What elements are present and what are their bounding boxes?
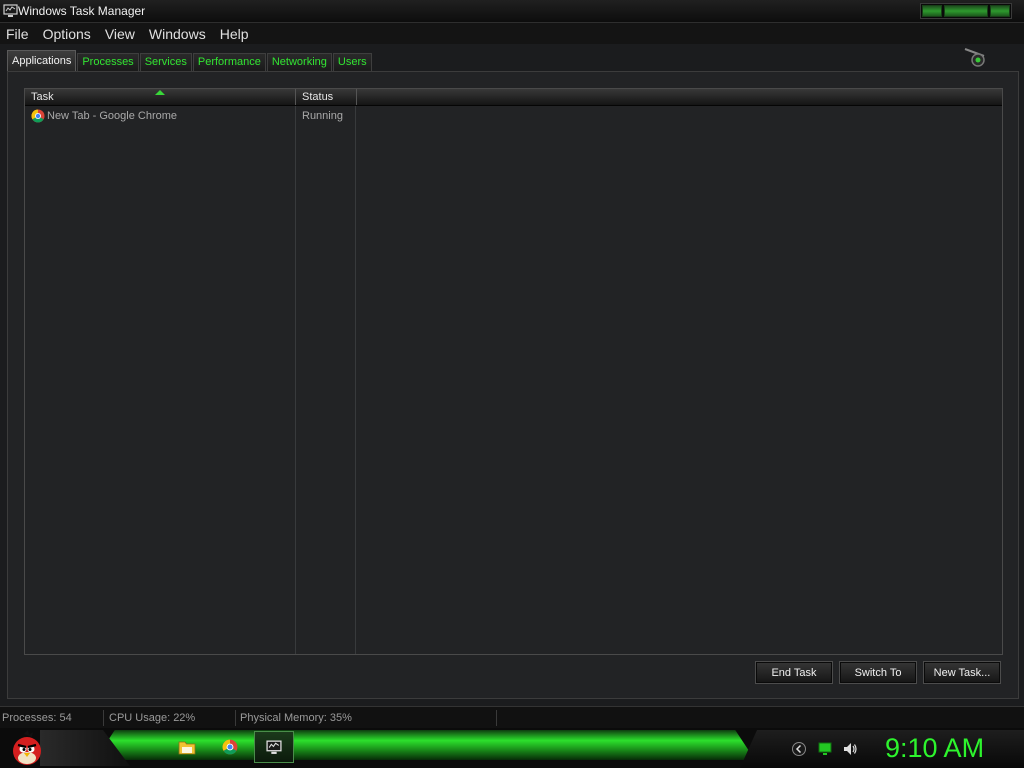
task-manager-icon [266, 740, 282, 754]
menu-bar: File Options View Windows Help [0, 23, 1024, 44]
minimize-button[interactable] [922, 5, 942, 17]
task-status: Running [302, 110, 343, 122]
status-processes: Processes: 54 [0, 710, 104, 726]
close-button[interactable] [990, 5, 1010, 17]
tab-users[interactable]: Users [332, 53, 372, 71]
list-header: Task Status [25, 89, 1002, 106]
tab-networking[interactable]: Networking [266, 53, 332, 71]
window-controls [920, 3, 1012, 19]
list-item[interactable]: New Tab - Google Chrome Running [25, 107, 355, 125]
window-title: Windows Task Manager [18, 4, 146, 18]
taskbar-explorer-button[interactable] [167, 731, 207, 763]
start-button-angry-bird-icon[interactable] [8, 729, 46, 767]
column-divider [355, 106, 356, 654]
status-bar: Processes: 54 CPU Usage: 22% Physical Me… [0, 706, 1024, 728]
menu-file[interactable]: File [0, 23, 37, 44]
task-manager-icon [3, 4, 18, 17]
chrome-icon [31, 109, 45, 123]
show-hidden-icons-icon[interactable] [791, 741, 807, 757]
menu-view[interactable]: View [99, 23, 143, 44]
taskbar-chrome-button[interactable] [210, 731, 250, 763]
sort-ascending-icon [155, 90, 165, 95]
menu-options[interactable]: Options [37, 23, 99, 44]
title-bar: Windows Task Manager [0, 0, 1024, 23]
tab-performance[interactable]: Performance [192, 53, 266, 71]
tab-strip: Applications Processes Services Performa… [7, 50, 372, 71]
switch-to-button[interactable]: Switch To [839, 661, 917, 684]
menu-help[interactable]: Help [214, 23, 257, 44]
column-header-status[interactable]: Status [296, 89, 357, 105]
column-header-empty [357, 89, 1002, 105]
status-physical-memory: Physical Memory: 35% [238, 710, 497, 726]
status-empty [499, 710, 1024, 726]
chrome-icon [222, 739, 238, 755]
theme-logo-icon [964, 48, 985, 67]
task-name: New Tab - Google Chrome [47, 110, 178, 122]
network-icon[interactable] [817, 741, 833, 757]
column-divider [295, 106, 296, 654]
applications-list[interactable]: Task Status New Tab - Google Chrome Runn… [24, 88, 1003, 655]
tab-processes[interactable]: Processes [77, 53, 139, 71]
end-task-button[interactable]: End Task [755, 661, 833, 684]
tab-services[interactable]: Services [139, 53, 192, 71]
tab-applications[interactable]: Applications [7, 50, 77, 71]
menu-windows[interactable]: Windows [143, 23, 214, 44]
maximize-button[interactable] [944, 5, 988, 17]
new-task-button[interactable]: New Task... [923, 661, 1001, 684]
folder-icon [178, 741, 196, 755]
status-cpu-usage: CPU Usage: 22% [107, 710, 236, 726]
volume-icon[interactable] [842, 741, 858, 757]
taskbar-clock[interactable]: 9:10 AM [885, 733, 984, 764]
taskbar-task-manager-button[interactable] [254, 731, 294, 763]
